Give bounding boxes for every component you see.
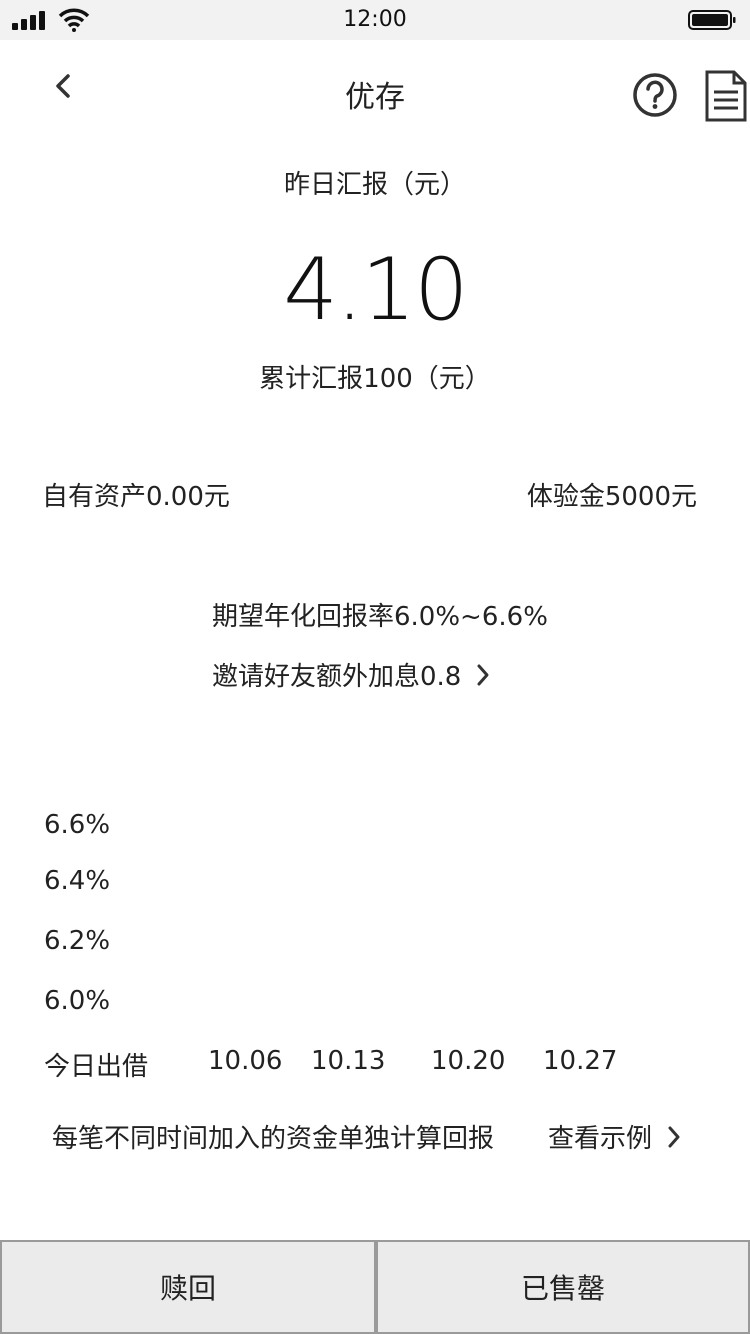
chevron-right-icon (668, 1126, 680, 1147)
invite-friends-link[interactable]: 邀请好友额外加息0.8 (212, 656, 491, 693)
trial-gold: 体验金5000元 (526, 482, 697, 512)
y-tick-label: 6.2% (44, 926, 111, 956)
status-time: 12:00 (343, 7, 407, 32)
invite-friends-label: 邀请好友额外加息0.8 (212, 662, 462, 692)
sold-out-button[interactable]: 已售罄 (376, 1240, 750, 1334)
chevron-right-icon (477, 664, 489, 685)
calculation-note: 每笔不同时间加入的资金单独计算回报 (52, 1124, 495, 1154)
y-tick-label: 6.0% (44, 986, 111, 1016)
redeem-button[interactable]: 赎回 (0, 1240, 376, 1334)
expected-annual-rate: 期望年化回报率6.0%~6.6% (212, 602, 548, 632)
view-example-label: 查看示例 (548, 1124, 653, 1154)
own-assets: 自有资产0.00元 (42, 482, 230, 512)
help-icon[interactable] (632, 72, 678, 118)
document-icon[interactable] (704, 70, 748, 122)
x-tick-label: 10.27 (543, 1046, 618, 1076)
x-tick-label: 今日出借 (44, 1052, 149, 1082)
yesterday-return-label: 昨日汇报（元） (283, 170, 466, 200)
yesterday-return-value: 4.10 (283, 240, 468, 340)
x-tick-label: 10.20 (431, 1046, 506, 1076)
y-tick-label: 6.6% (44, 810, 111, 840)
battery-icon (688, 10, 736, 30)
x-tick-label: 10.06 (208, 1046, 283, 1076)
cumulative-return-label: 累计汇报100（元） (259, 364, 491, 394)
x-tick-label: 10.13 (311, 1046, 386, 1076)
view-example-link[interactable]: 查看示例 (548, 1118, 682, 1155)
y-tick-label: 6.4% (44, 866, 111, 896)
